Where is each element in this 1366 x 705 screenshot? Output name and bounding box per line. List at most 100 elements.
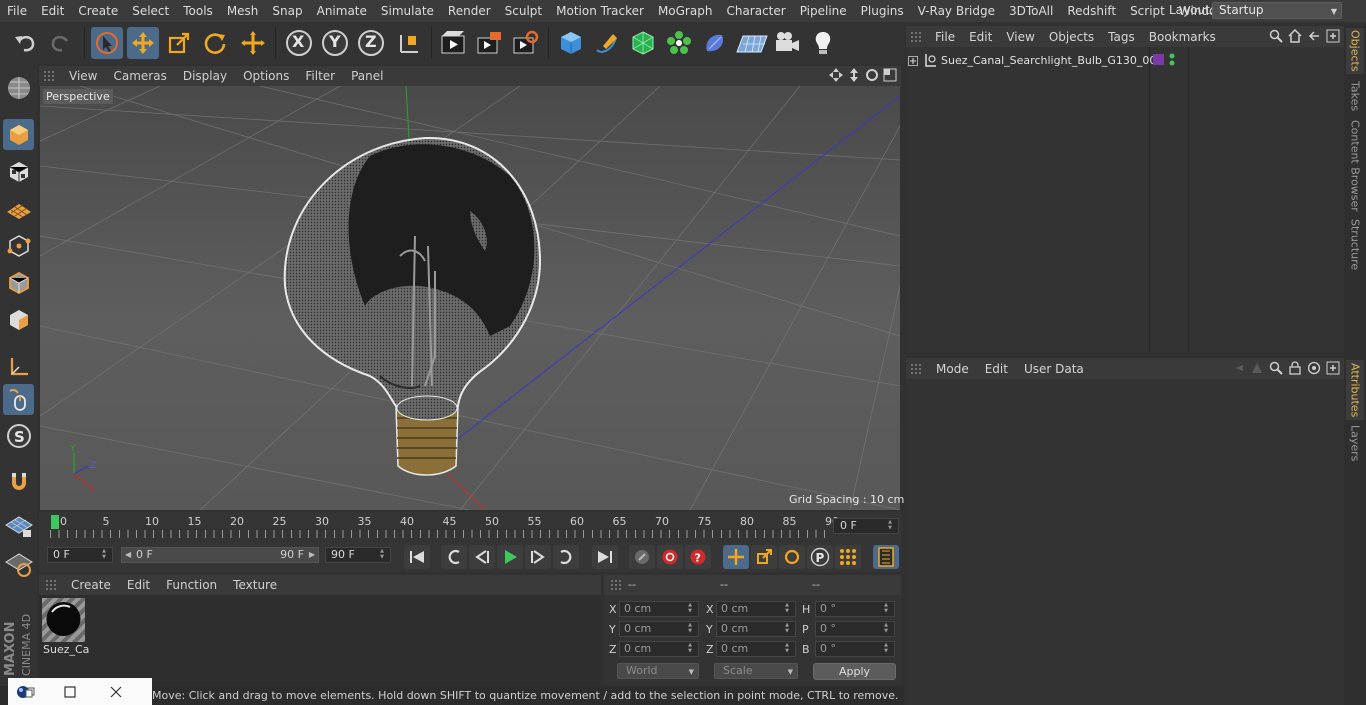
live-selection-icon[interactable] — [91, 27, 123, 59]
dolly-icon[interactable] — [847, 68, 861, 82]
menu-motion-tracker[interactable]: Motion Tracker — [549, 0, 651, 22]
viewport-menu-panel[interactable]: Panel — [343, 69, 391, 83]
frame-range-slider[interactable]: ◀ 0 F 90 F ▶ — [121, 547, 319, 563]
object-name[interactable]: Suez_Canal_Searchlight_Bulb_G130_001 — [941, 54, 1163, 67]
menu-file[interactable]: File — [0, 0, 34, 22]
apply-button[interactable]: Apply — [813, 663, 896, 680]
menu-animate[interactable]: Animate — [310, 0, 374, 22]
tab-attributes[interactable]: Attributes — [1346, 360, 1364, 420]
material-menu-texture[interactable]: Texture — [225, 578, 285, 592]
close-icon[interactable] — [110, 686, 122, 698]
menu-plugins[interactable]: Plugins — [854, 0, 911, 22]
tab-content-browser[interactable]: Content Browser — [1346, 120, 1364, 212]
undo-icon[interactable] — [9, 27, 41, 59]
subdivision-icon[interactable] — [627, 27, 659, 59]
redo-icon[interactable] — [45, 27, 77, 59]
menu-script[interactable]: Script — [1123, 0, 1172, 22]
coord-size-x-field[interactable]: 0 cm — [716, 601, 796, 617]
viewport-menu-filter[interactable]: Filter — [297, 69, 343, 83]
render-view-icon[interactable] — [437, 27, 469, 59]
keyframe-selection-icon[interactable]: ? — [685, 545, 711, 569]
material-menu-edit[interactable]: Edit — [119, 578, 158, 592]
menu-simulate[interactable]: Simulate — [374, 0, 441, 22]
coord-pos-z-field[interactable]: 0 cm — [619, 641, 699, 657]
next-frame-icon[interactable] — [525, 545, 551, 569]
menu-3dtoall[interactable]: 3DToAll — [1002, 0, 1060, 22]
coord-rot-h-field[interactable]: 0 ° — [815, 601, 895, 617]
menu-mograph[interactable]: MoGraph — [651, 0, 720, 22]
cube-primitive-icon[interactable] — [555, 27, 587, 59]
workplane-mode-icon[interactable] — [3, 193, 34, 224]
perspective-viewport[interactable]: Y Z X — [40, 86, 900, 510]
menu-sculpt[interactable]: Sculpt — [498, 0, 549, 22]
material-swatch[interactable] — [42, 598, 85, 642]
snap-magnet-icon[interactable] — [3, 466, 34, 497]
coord-rot-p-field[interactable]: 0 ° — [815, 621, 895, 637]
pan-icon[interactable] — [829, 68, 843, 82]
make-editable-icon[interactable] — [3, 72, 34, 103]
go-to-start-icon[interactable] — [404, 545, 430, 569]
viewport-menu-cameras[interactable]: Cameras — [105, 69, 174, 83]
model-mode-icon[interactable] — [3, 119, 34, 150]
y-axis-icon[interactable]: Y — [319, 27, 351, 59]
planar-workplane-icon[interactable] — [3, 548, 34, 579]
deformer-icon[interactable] — [699, 27, 731, 59]
attributes-menu-mode[interactable]: Mode — [928, 362, 977, 376]
coordinate-system-icon[interactable] — [393, 27, 425, 59]
next-key-icon[interactable] — [553, 545, 579, 569]
menu-tools[interactable]: Tools — [176, 0, 220, 22]
scale-icon[interactable] — [163, 27, 195, 59]
edges-mode-icon[interactable] — [3, 267, 34, 298]
tab-objects[interactable]: Objects — [1346, 28, 1364, 74]
move-icon[interactable] — [127, 27, 159, 59]
new-panel-icon[interactable] — [1326, 361, 1340, 375]
autokey-icon[interactable] — [657, 545, 683, 569]
z-axis-icon[interactable]: Z — [355, 27, 387, 59]
key-scale-icon[interactable] — [751, 545, 777, 569]
viewport-menu-options[interactable]: Options — [235, 69, 297, 83]
menu-v-ray-bridge[interactable]: V-Ray Bridge — [911, 0, 1002, 22]
light-icon[interactable] — [807, 27, 839, 59]
polygons-mode-icon[interactable] — [3, 304, 34, 335]
cinema4d-app-icon[interactable] — [16, 684, 36, 700]
objects-menu-edit[interactable]: Edit — [962, 30, 999, 44]
key-rotation-icon[interactable] — [779, 545, 805, 569]
objects-menu-file[interactable]: File — [928, 30, 962, 44]
menu-edit[interactable]: Edit — [34, 0, 71, 22]
lock-icon[interactable] — [1288, 361, 1302, 375]
play-forward-icon[interactable] — [497, 545, 523, 569]
target-icon[interactable] — [1307, 361, 1321, 375]
previous-frame-icon[interactable] — [469, 545, 495, 569]
search-icon[interactable] — [1269, 29, 1283, 43]
coord-rot-b-field[interactable]: 0 ° — [815, 641, 895, 657]
timeline-window-icon[interactable] — [873, 545, 899, 569]
attributes-menu-user-data[interactable]: User Data — [1016, 362, 1092, 376]
coord-size-z-field[interactable]: 0 cm — [716, 641, 796, 657]
back-icon[interactable] — [1307, 29, 1321, 43]
nav-back-icon[interactable] — [1231, 361, 1245, 375]
end-frame-field[interactable]: 90 F — [325, 547, 391, 563]
coord-size-y-field[interactable]: 0 cm — [716, 621, 796, 637]
viewport-menu-display[interactable]: Display — [175, 69, 235, 83]
tab-takes[interactable]: Takes — [1346, 78, 1364, 114]
texture-mode-icon[interactable] — [3, 156, 34, 187]
render-settings-icon[interactable] — [509, 27, 541, 59]
home-icon[interactable] — [1288, 29, 1302, 43]
menu-character[interactable]: Character — [719, 0, 792, 22]
new-panel-icon[interactable] — [1326, 29, 1340, 43]
floor-icon[interactable] — [734, 27, 770, 59]
layer-color-swatch[interactable] — [1153, 54, 1164, 65]
key-pla-icon[interactable] — [835, 545, 861, 569]
objects-menu-objects[interactable]: Objects — [1042, 30, 1101, 44]
menu-mesh[interactable]: Mesh — [220, 0, 266, 22]
start-frame-field[interactable]: 0 F — [47, 547, 113, 563]
menu-create[interactable]: Create — [71, 0, 125, 22]
recent-tool-icon[interactable] — [237, 27, 269, 59]
enable-axis-icon[interactable] — [3, 351, 34, 382]
tab-layers[interactable]: Layers — [1346, 424, 1364, 462]
tab-structure[interactable]: Structure — [1346, 218, 1364, 272]
menu-render[interactable]: Render — [441, 0, 498, 22]
maximize-icon[interactable] — [64, 685, 76, 698]
key-position-icon[interactable] — [723, 545, 749, 569]
attributes-menu-edit[interactable]: Edit — [977, 362, 1016, 376]
